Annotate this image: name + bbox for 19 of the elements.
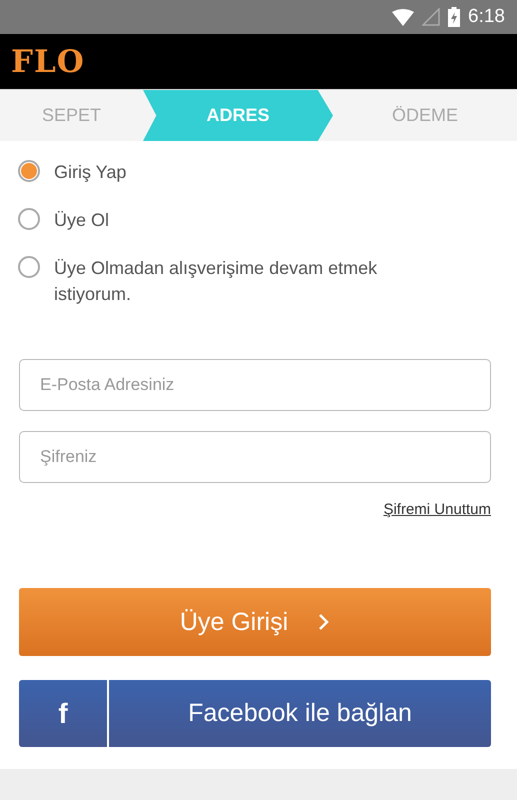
radio-option[interactable]: Üye Ol (18, 207, 499, 233)
radio-option[interactable]: Üye Olmadan alışverişime devam etmek istiyorum. (18, 255, 499, 307)
chevron-right-icon (318, 613, 330, 631)
clock: 6:18 (468, 6, 505, 28)
input-field[interactable]: E-Posta Adresiniz (19, 359, 491, 411)
radio-button[interactable] (18, 160, 40, 182)
radio-option[interactable]: Giriş Yap (18, 159, 499, 185)
radio-button[interactable] (18, 208, 40, 230)
cell-signal-icon (422, 8, 440, 26)
input-field[interactable]: Şifreniz (19, 431, 491, 483)
checkout-step: SEPET (0, 90, 143, 141)
checkout-step: ÖDEME (333, 90, 517, 141)
facebook-button[interactable]: f Facebook ile bağlan (19, 680, 491, 747)
forgot-password-link[interactable]: Şifremi Unuttum (383, 501, 491, 518)
checkout-step: ADRES (143, 90, 333, 141)
battery-charging-icon (448, 7, 460, 27)
wifi-icon (392, 8, 414, 26)
logo: FLO (11, 44, 85, 80)
radio-button[interactable] (18, 256, 40, 278)
